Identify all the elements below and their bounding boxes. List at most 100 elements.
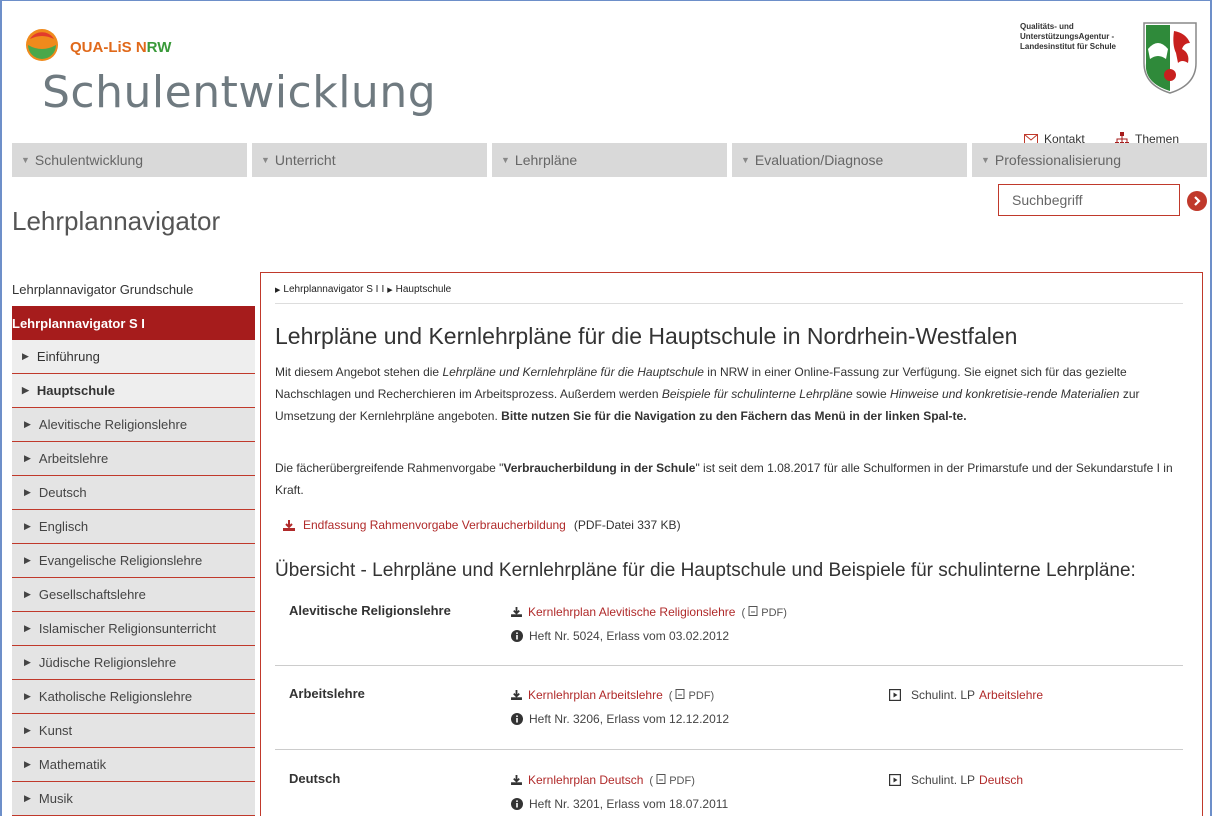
nav-label: Unterricht [274, 152, 336, 168]
sidebar-item-label: Musik [38, 791, 73, 806]
nrw-crest-icon[interactable] [1140, 19, 1200, 95]
sidebar-item-s1[interactable]: Lehrplannavigator S I [12, 306, 255, 340]
plan-link[interactable]: Kernlehrplan Arbeitslehre ( PDF) [511, 686, 729, 704]
sidebar-item-juedisch[interactable]: ▶ Jüdische Religionslehre [12, 646, 255, 680]
text-strong: Verbraucherbildung in der Schule [503, 461, 696, 475]
caret-right-icon: ▶ [24, 589, 31, 599]
pdf-label: PDF [688, 689, 711, 702]
download-rahmenvorgabe-link[interactable]: Endfassung Rahmenvorgabe Verbraucherbild… [283, 518, 681, 532]
sidebar-item-label: Katholische Religionslehre [38, 689, 193, 704]
plan-label: Kernlehrplan Alevitische Religionslehre [528, 605, 736, 619]
download-icon [283, 519, 295, 531]
nav-label: Lehrpläne [514, 152, 578, 168]
info-icon [511, 798, 523, 810]
school-plan-column: Schulint. LP Arbeitslehre [889, 686, 1043, 704]
sidebar-item-label: Hauptschule [36, 383, 115, 398]
sidebar-item-grundschule[interactable]: Lehrplannavigator Grundschule [12, 272, 255, 306]
breadcrumb-item[interactable]: Hauptschule [396, 284, 452, 295]
text: sowie [852, 387, 891, 401]
qualis-logo-icon[interactable] [24, 27, 60, 63]
nav-schulentwicklung[interactable]: ▼ Schulentwicklung [12, 143, 247, 177]
main-navigation: ▼ Schulentwicklung ▼ Unterricht ▼ Lehrpläne… [12, 143, 1207, 177]
sidebar-item-label: Alevitische Religionslehre [38, 417, 188, 432]
sidebar-item-mathematik[interactable]: ▶ Mathematik [12, 748, 255, 782]
sidebar-item-alevitische[interactable]: ▶ Alevitische Religionslehre [12, 408, 255, 442]
text: Die fächerübergreifende Rahmenvorgabe " [275, 461, 504, 475]
caret-down-icon: ▼ [501, 155, 510, 165]
divider [275, 665, 1183, 666]
sidebar-item-label: Evangelische Religionslehre [38, 553, 203, 568]
nav-evaluation[interactable]: ▼ Evaluation/Diagnose [732, 143, 967, 177]
plan-info-text: Heft Nr. 3201, Erlass vom 18.07.2011 [529, 797, 729, 811]
agency-name: Qualitäts- und UnterstützungsAgentur - L… [1020, 22, 1138, 52]
sidebar-item-evangelische[interactable]: ▶ Evangelische Religionslehre [12, 544, 255, 578]
sidebar-item-deutsch[interactable]: ▶ Deutsch [12, 476, 255, 510]
school-plan-link[interactable]: Schulint. LP Arbeitslehre [889, 686, 1043, 704]
caret-right-icon: ▶ [24, 725, 31, 735]
brand-name[interactable]: QUA-LiS NRW [70, 39, 171, 56]
sidebar-item-einfuehrung[interactable]: ▶ Einführung [12, 340, 255, 374]
sidebar-item-englisch[interactable]: ▶ Englisch [12, 510, 255, 544]
pdf-badge: ( PDF) [649, 773, 695, 787]
nav-unterricht[interactable]: ▼ Unterricht [252, 143, 487, 177]
pdf-file-icon [675, 688, 685, 699]
sidebar-item-musik[interactable]: ▶ Musik [12, 782, 255, 816]
breadcrumb-item[interactable]: Lehrplannavigator S I [283, 284, 378, 295]
caret-right-icon: ▶ [24, 691, 31, 701]
sidebar: Lehrplannavigator Grundschule Lehrplanna… [12, 272, 255, 816]
agency-line: Qualitäts- und [1020, 22, 1074, 31]
chevron-right-icon [1194, 196, 1201, 206]
search-submit-button[interactable] [1187, 191, 1207, 211]
sidebar-item-label: Deutsch [38, 485, 87, 500]
nav-professionalisierung[interactable]: ▼ Professionalisierung [972, 143, 1207, 177]
text-emphasis: Hinweise und konkretisie-rende Materiali… [890, 387, 1120, 401]
caret-down-icon: ▼ [981, 155, 990, 165]
sidebar-item-kunst[interactable]: ▶ Kunst [12, 714, 255, 748]
plan-link[interactable]: Kernlehrplan Alevitische Religionslehre … [511, 603, 787, 621]
school-plan-link[interactable]: Schulint. LP Deutsch [889, 771, 1023, 789]
main-content: ▶ Lehrplannavigator S I I ▶ Hauptschule … [260, 272, 1203, 816]
plan-info: Heft Nr. 5024, Erlass vom 03.02.2012 [511, 627, 787, 645]
sidebar-item-label: Einführung [36, 349, 100, 364]
nav-label: Professionalisierung [994, 152, 1121, 168]
caret-down-icon: ▼ [741, 155, 750, 165]
agency-line: UnterstützungsAgentur - [1020, 32, 1115, 41]
nav-label: Schulentwicklung [34, 152, 144, 168]
pdf-label: PDF [669, 774, 692, 787]
caret-right-icon: ▶ [387, 286, 393, 294]
download-icon [511, 775, 522, 785]
sidebar-item-label: Lehrplannavigator S I [12, 315, 145, 331]
plan-link[interactable]: Kernlehrplan Deutsch ( PDF) [511, 771, 728, 789]
play-square-icon [889, 689, 901, 701]
caret-right-icon: ▶ [24, 521, 31, 531]
subject-name: Deutsch [289, 771, 341, 786]
sidebar-item-label: Englisch [38, 519, 89, 534]
sidebar-item-gesellschaftslehre[interactable]: ▶ Gesellschaftslehre [12, 578, 255, 612]
sidebar-item-islamisch[interactable]: ▶ Islamischer Religionsunterricht [12, 612, 255, 646]
pdf-badge: ( PDF) [741, 605, 787, 619]
school-plan-label: Deutsch [979, 773, 1024, 787]
plan-info-text: Heft Nr. 3206, Erlass vom 12.12.2012 [529, 712, 730, 726]
plan-info: Heft Nr. 3201, Erlass vom 18.07.2011 [511, 795, 728, 813]
browser-frame: QUA-LiS NRW Schulentwicklung Qualitäts- … [0, 0, 1212, 816]
plan-info-text: Heft Nr. 5024, Erlass vom 03.02.2012 [529, 629, 730, 643]
pdf-label: PDF [761, 606, 784, 619]
pdf-file-icon [748, 605, 758, 616]
sidebar-item-hauptschule[interactable]: ▶ Hauptschule [12, 374, 255, 408]
plan-label: Kernlehrplan Deutsch [528, 773, 644, 787]
caret-right-icon: ▶ [24, 453, 31, 463]
school-plan-label: Arbeitslehre [979, 688, 1044, 702]
plan-label: Kernlehrplan Arbeitslehre [528, 688, 663, 702]
download-icon [511, 690, 522, 700]
nav-lehrplaene[interactable]: ▼ Lehrpläne [492, 143, 727, 177]
sidebar-item-arbeitslehre[interactable]: ▶ Arbeitslehre [12, 442, 255, 476]
site-title[interactable]: Schulentwicklung [42, 67, 436, 118]
caret-right-icon: ▶ [24, 759, 31, 769]
sidebar-item-label: Gesellschaftslehre [38, 587, 146, 602]
sidebar-item-label: Lehrplannavigator Grundschule [12, 281, 194, 297]
site-header: QUA-LiS NRW Schulentwicklung Qualitäts- … [2, 1, 1210, 146]
search-input[interactable]: Suchbegriff [998, 184, 1180, 216]
nav-label: Evaluation/Diagnose [754, 152, 884, 168]
text: Mit diesem Angebot stehen die [275, 365, 443, 379]
sidebar-item-katholisch[interactable]: ▶ Katholische Religionslehre [12, 680, 255, 714]
